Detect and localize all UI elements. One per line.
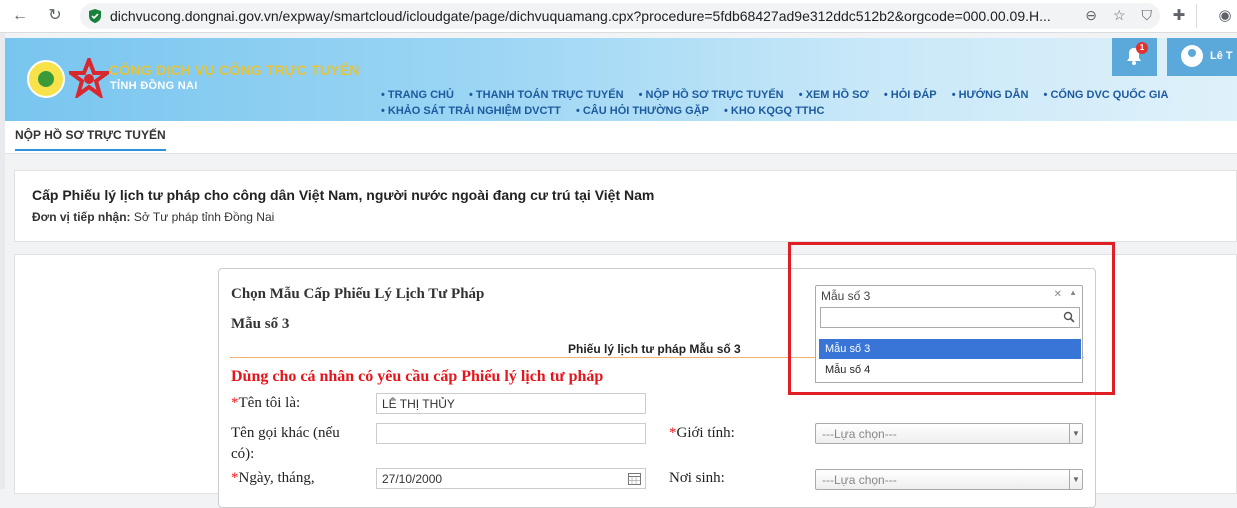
procedure-info: Cấp Phiếu lý lịch tư pháp cho công dân V… — [14, 170, 1237, 242]
dropdown-option-mau-so-3[interactable]: Mẫu số 3 — [819, 339, 1081, 359]
dob-input[interactable]: 27/10/2000 — [376, 468, 646, 489]
alias-label-line1: Tên gọi khác (nếu — [231, 425, 340, 441]
back-arrow-icon[interactable]: ← — [8, 4, 32, 28]
notification-badge: 1 — [1136, 42, 1148, 54]
pob-select[interactable]: ---Lựa chọn--- ▼ — [815, 469, 1083, 490]
receiving-unit-value: Sở Tư pháp tỉnh Đồng Nai — [133, 210, 275, 224]
pob-select-value: ---Lựa chọn--- — [822, 473, 897, 487]
user-name: Lê T — [1210, 50, 1233, 62]
form-type-dropdown: Mẫu số 3 Mẫu số 4 — [815, 305, 1083, 383]
menu-item-cau-hoi[interactable]: CÂU HỎI THƯỜNG GẶP — [576, 105, 709, 117]
main-menu-row-2: KHẢO SÁT TRẢI NGHIỆM DVCTT CÂU HỎI THƯỜN… — [381, 105, 836, 117]
chevron-down-icon: ▼ — [1069, 424, 1082, 443]
selected-form-heading: Mẫu số 3 — [231, 316, 290, 332]
menu-item-kho-kqgq[interactable]: KHO KQGQ TTHC — [724, 105, 824, 117]
required-asterisk: * — [669, 425, 677, 441]
menu-item-khao-sat[interactable]: KHẢO SÁT TRẢI NGHIỆM DVCTT — [381, 105, 561, 117]
site-subtitle: TỈNH ĐỒNG NAI — [110, 80, 198, 92]
user-avatar-icon — [1181, 45, 1203, 67]
shield-extension-icon[interactable]: ⛉ — [1142, 7, 1153, 24]
dob-label: *Ngày, tháng, — [231, 470, 315, 487]
receiving-unit: Đơn vị tiếp nhận: Sở Tư pháp tỉnh Đồng N… — [32, 210, 274, 224]
form-purpose-title: Dùng cho cá nhân có yêu cầu cấp Phiếu lý… — [231, 368, 604, 385]
menu-item-xem-ho-so[interactable]: XEM HỒ SƠ — [799, 89, 869, 101]
menu-item-huong-dan[interactable]: HƯỚNG DẪN — [952, 89, 1029, 101]
alias-label-line2: có): — [231, 446, 255, 462]
site-header: CỔNG DỊCH VỤ CÔNG TRỰC TUYẾN TỈNH ĐỒNG N… — [5, 38, 1237, 121]
site-title[interactable]: CỔNG DỊCH VỤ CÔNG TRỰC TUYẾN — [109, 62, 360, 78]
dvc-star-logo-icon[interactable] — [69, 58, 109, 98]
main-menu-row-1: TRANG CHỦ THANH TOÁN TRỰC TUYẾN NỘP HỒ S… — [381, 89, 1180, 101]
form-type-selected: Mẫu số 3 — [821, 289, 871, 303]
chevron-up-icon[interactable]: ▲ — [1069, 288, 1077, 297]
browser-toolbar: ← ↻ dichvucong.dongnai.gov.vn/expway/sma… — [0, 0, 1237, 33]
receiving-unit-label: Đơn vị tiếp nhận: — [32, 210, 131, 224]
bookmark-star-icon[interactable]: ☆ — [1113, 7, 1126, 24]
site-info-icon[interactable] — [88, 8, 102, 24]
gender-label-text: Giới tính: — [676, 425, 735, 441]
procedure-title: Cấp Phiếu lý lịch tư pháp cho công dân V… — [32, 187, 655, 203]
name-label: *Tên tôi là: — [231, 395, 300, 412]
alias-input[interactable] — [376, 423, 646, 444]
dropdown-search-input[interactable] — [820, 307, 1080, 328]
choose-form-title: Chọn Mẫu Cấp Phiếu Lý Lịch Tư Pháp — [231, 286, 485, 302]
menu-item-cong-dvc-quoc-gia[interactable]: CỔNG DVC QUỐC GIA — [1044, 89, 1169, 101]
clear-selection-icon[interactable]: ✕ — [1054, 289, 1062, 300]
dob-label-text: Ngày, tháng, — [238, 470, 315, 486]
gender-select[interactable]: ---Lựa chọn--- ▼ — [815, 423, 1083, 444]
required-asterisk: * — [231, 395, 239, 411]
name-label-text: Tên tôi là: — [238, 395, 301, 411]
search-icon — [1063, 311, 1075, 323]
pob-label: Nơi sinh: — [669, 470, 725, 486]
reload-icon[interactable]: ↻ — [43, 4, 67, 28]
menu-item-trang-chu[interactable]: TRANG CHỦ — [381, 89, 454, 101]
menu-item-hoi-dap[interactable]: HỎI ĐÁP — [884, 89, 937, 101]
gender-label: *Giới tính: — [669, 425, 735, 442]
dob-value: 27/10/2000 — [382, 472, 443, 486]
name-input[interactable]: LÊ THỊ THỦY — [376, 393, 646, 414]
calendar-icon[interactable] — [628, 472, 641, 485]
tab-strip: NỘP HỒ SƠ TRỰC TUYẾN — [5, 121, 1237, 154]
chevron-down-icon: ▼ — [1069, 470, 1082, 489]
zoom-icon[interactable]: ⊖ — [1085, 7, 1097, 24]
tab-nop-ho-so-truc-tuyen[interactable]: NỘP HỒ SƠ TRỰC TUYẾN — [15, 128, 166, 151]
profile-icon[interactable]: ◉ — [1213, 4, 1237, 28]
user-menu[interactable]: Lê T — [1167, 38, 1237, 76]
gender-select-value: ---Lựa chọn--- — [822, 427, 897, 441]
address-bar[interactable]: dichvucong.dongnai.gov.vn/expway/smartcl… — [80, 3, 1160, 29]
notification-button[interactable]: 1 — [1112, 38, 1157, 76]
required-asterisk: * — [231, 470, 239, 486]
province-emblem-icon — [27, 60, 65, 98]
extensions-puzzle-icon[interactable]: ✚ — [1167, 4, 1191, 28]
dropdown-option-mau-so-4[interactable]: Mẫu số 4 — [819, 360, 1081, 380]
form-type-select[interactable]: Mẫu số 3 ✕ ▲ — [815, 285, 1083, 306]
form-caption: Phiếu lý lịch tư pháp Mẫu số 3 — [568, 342, 741, 356]
url-text: dichvucong.dongnai.gov.vn/expway/smartcl… — [110, 8, 1051, 24]
menu-item-nop-ho-so[interactable]: NỘP HỒ SƠ TRỰC TUYẾN — [639, 89, 784, 101]
menu-item-thanh-toan[interactable]: THANH TOÁN TRỰC TUYẾN — [469, 89, 624, 101]
